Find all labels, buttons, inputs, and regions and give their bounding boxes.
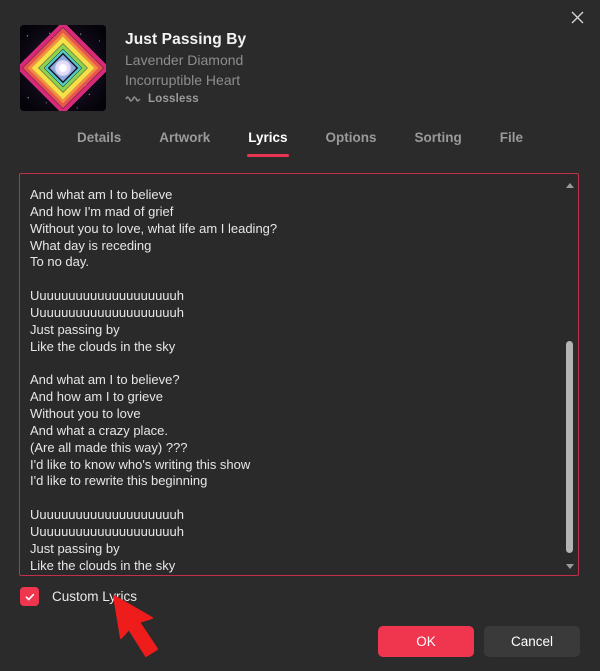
checkmark-icon bbox=[24, 591, 36, 603]
album-artwork bbox=[20, 25, 106, 111]
scrollbar-thumb[interactable] bbox=[566, 340, 573, 553]
quality-badge: Lossless bbox=[125, 93, 246, 105]
lyrics-scrollbar[interactable] bbox=[562, 175, 577, 575]
tab-artwork[interactable]: Artwork bbox=[140, 128, 229, 148]
close-button[interactable] bbox=[554, 0, 600, 34]
tab-file[interactable]: File bbox=[481, 128, 542, 148]
custom-lyrics-checkbox[interactable] bbox=[20, 587, 39, 606]
lyrics-textarea[interactable]: And what am I to believe And how I'm mad… bbox=[19, 173, 579, 576]
quality-label: Lossless bbox=[148, 93, 199, 105]
track-artist: Lavender Diamond bbox=[125, 52, 244, 68]
dialog-buttons: OK Cancel bbox=[378, 626, 580, 657]
scroll-down-button[interactable] bbox=[562, 558, 577, 574]
tab-details[interactable]: Details bbox=[58, 128, 140, 148]
custom-lyrics-label[interactable]: Custom Lyrics bbox=[52, 589, 137, 604]
tab-bar: Details Artwork Lyrics Options Sorting F… bbox=[0, 128, 600, 160]
scrollbar-track[interactable] bbox=[562, 193, 577, 558]
tab-sorting[interactable]: Sorting bbox=[396, 128, 481, 148]
track-album: Incorruptible Heart bbox=[125, 72, 241, 88]
lossless-icon bbox=[125, 93, 148, 105]
track-title: Just Passing By bbox=[125, 31, 247, 48]
tab-options[interactable]: Options bbox=[307, 128, 396, 148]
custom-lyrics-row[interactable]: Custom Lyrics bbox=[20, 587, 137, 606]
chevron-up-icon bbox=[565, 182, 574, 188]
tab-lyrics[interactable]: Lyrics bbox=[229, 128, 306, 148]
chevron-down-icon bbox=[565, 563, 574, 569]
track-header: Just Passing By Lavender Diamond Incorru… bbox=[20, 25, 246, 111]
close-icon bbox=[571, 11, 584, 24]
ok-button[interactable]: OK bbox=[378, 626, 474, 657]
lyrics-content[interactable]: And what am I to believe And how I'm mad… bbox=[30, 187, 550, 574]
scroll-up-button[interactable] bbox=[562, 177, 577, 193]
track-metadata: Just Passing By Lavender Diamond Incorru… bbox=[125, 25, 246, 105]
cancel-button[interactable]: Cancel bbox=[484, 626, 580, 657]
